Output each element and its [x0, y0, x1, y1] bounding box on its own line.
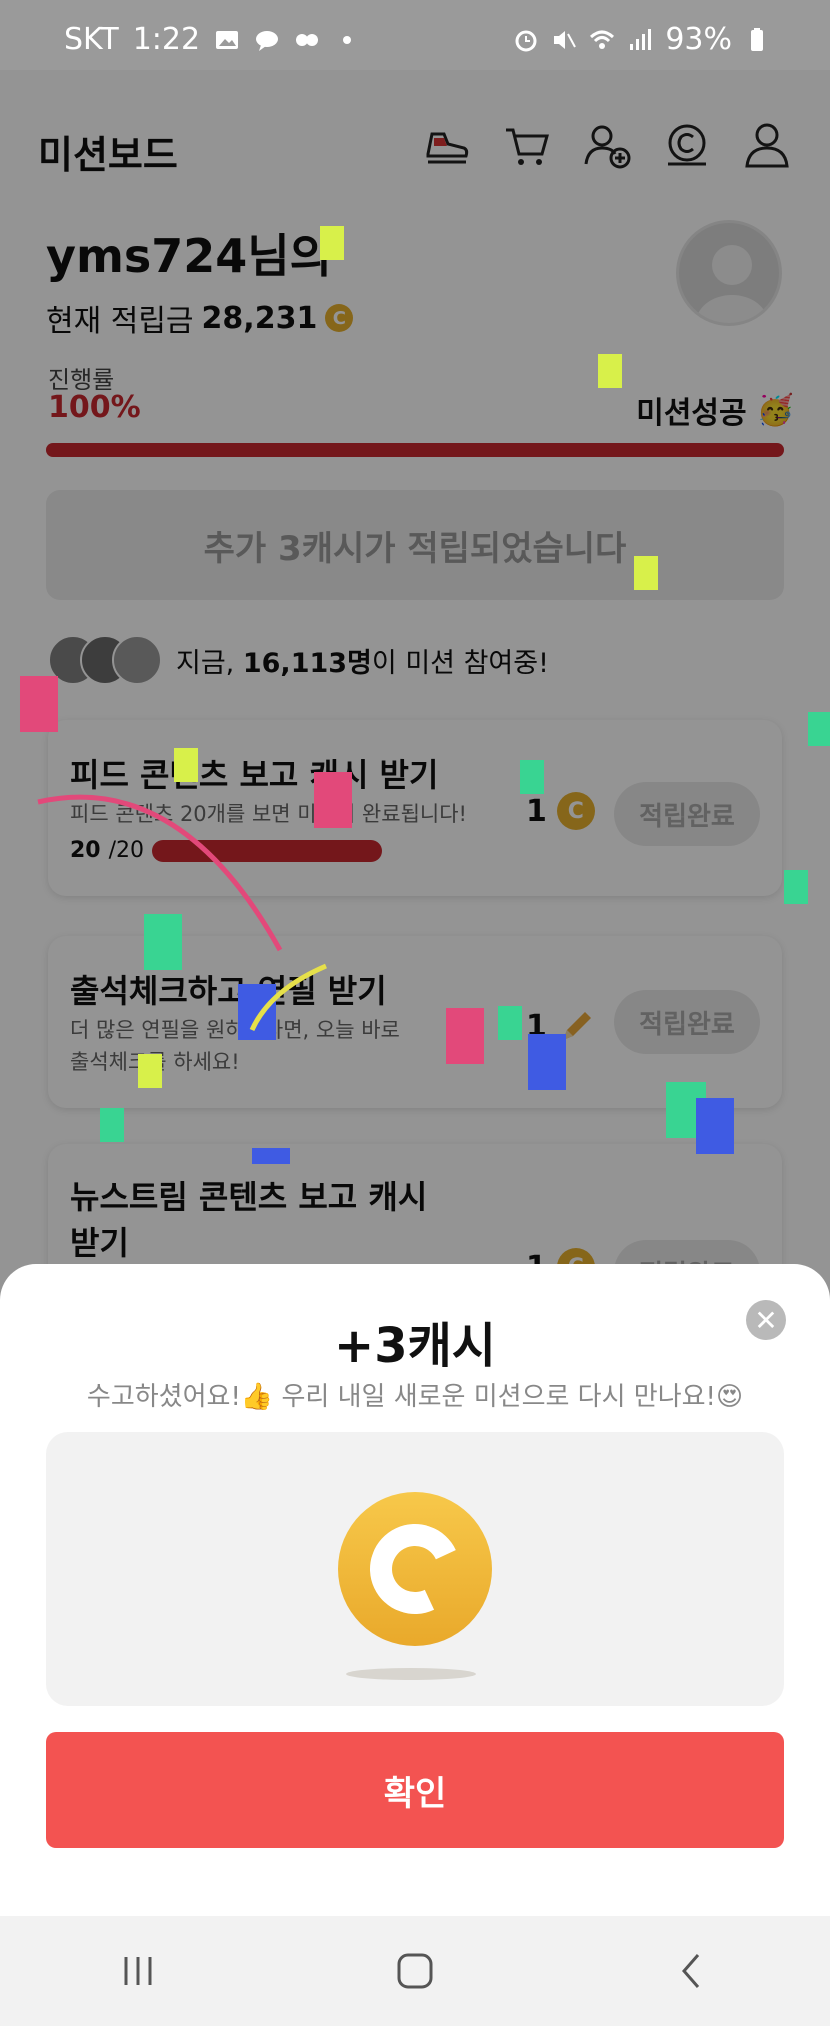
confetti-piece: [446, 1008, 484, 1064]
recent-apps-button[interactable]: [108, 1941, 168, 2001]
confetti-piece: [20, 676, 58, 732]
signal-icon: [630, 28, 652, 50]
confetti-piece: [634, 556, 658, 590]
confetti-piece: [784, 870, 808, 904]
dot-icon: [343, 35, 352, 44]
big-coin-icon: [338, 1492, 492, 1646]
sheet-subtitle: 수고하셨어요!👍 우리 내일 새로운 미션으로 다시 만나요!😍: [86, 1382, 744, 1412]
confirm-button[interactable]: 확인: [46, 1732, 784, 1848]
sheet-title: +3캐시: [334, 1318, 496, 1374]
reward-sheet: ✕ +3캐시 수고하셨어요!👍 우리 내일 새로운 미션으로 다시 만나요!😍 …: [0, 1264, 830, 1916]
mute-icon: [554, 30, 577, 49]
alarm-icon: [515, 30, 537, 51]
coin-shadow: [346, 1668, 476, 1680]
image-notification-icon: [216, 30, 239, 49]
home-icon: [397, 1953, 433, 1989]
confetti-piece: [100, 1108, 124, 1142]
battery-percent: 93%: [665, 22, 732, 57]
app-notification-icon: [296, 33, 319, 46]
confetti-piece: [520, 760, 544, 794]
confetti-streamer: [37, 794, 327, 1032]
confetti-piece: [598, 354, 622, 388]
confetti-piece: [174, 748, 198, 782]
confetti-piece: [696, 1098, 734, 1154]
confetti-piece: [808, 712, 830, 746]
coin-display: [46, 1432, 784, 1706]
battery-icon: [751, 27, 763, 51]
wifi-icon: [590, 30, 615, 49]
home-button[interactable]: [385, 1941, 445, 2001]
status-bar: SKT 1:22 93%: [0, 0, 830, 70]
back-icon: [681, 1954, 699, 1988]
coin-c-mark: [357, 1511, 473, 1627]
confetti-piece: [498, 1006, 522, 1040]
confetti-piece: [252, 1148, 290, 1164]
confetti-piece: [320, 226, 344, 260]
system-nav-bar: [0, 1916, 830, 2026]
confetti-piece: [138, 1054, 162, 1088]
recent-apps-icon: [124, 1957, 152, 1985]
chat-notification-icon: [256, 30, 279, 51]
back-button[interactable]: [662, 1941, 722, 2001]
clock: 1:22: [132, 22, 201, 57]
carrier-label: SKT: [64, 22, 119, 57]
confetti-piece: [528, 1034, 566, 1090]
